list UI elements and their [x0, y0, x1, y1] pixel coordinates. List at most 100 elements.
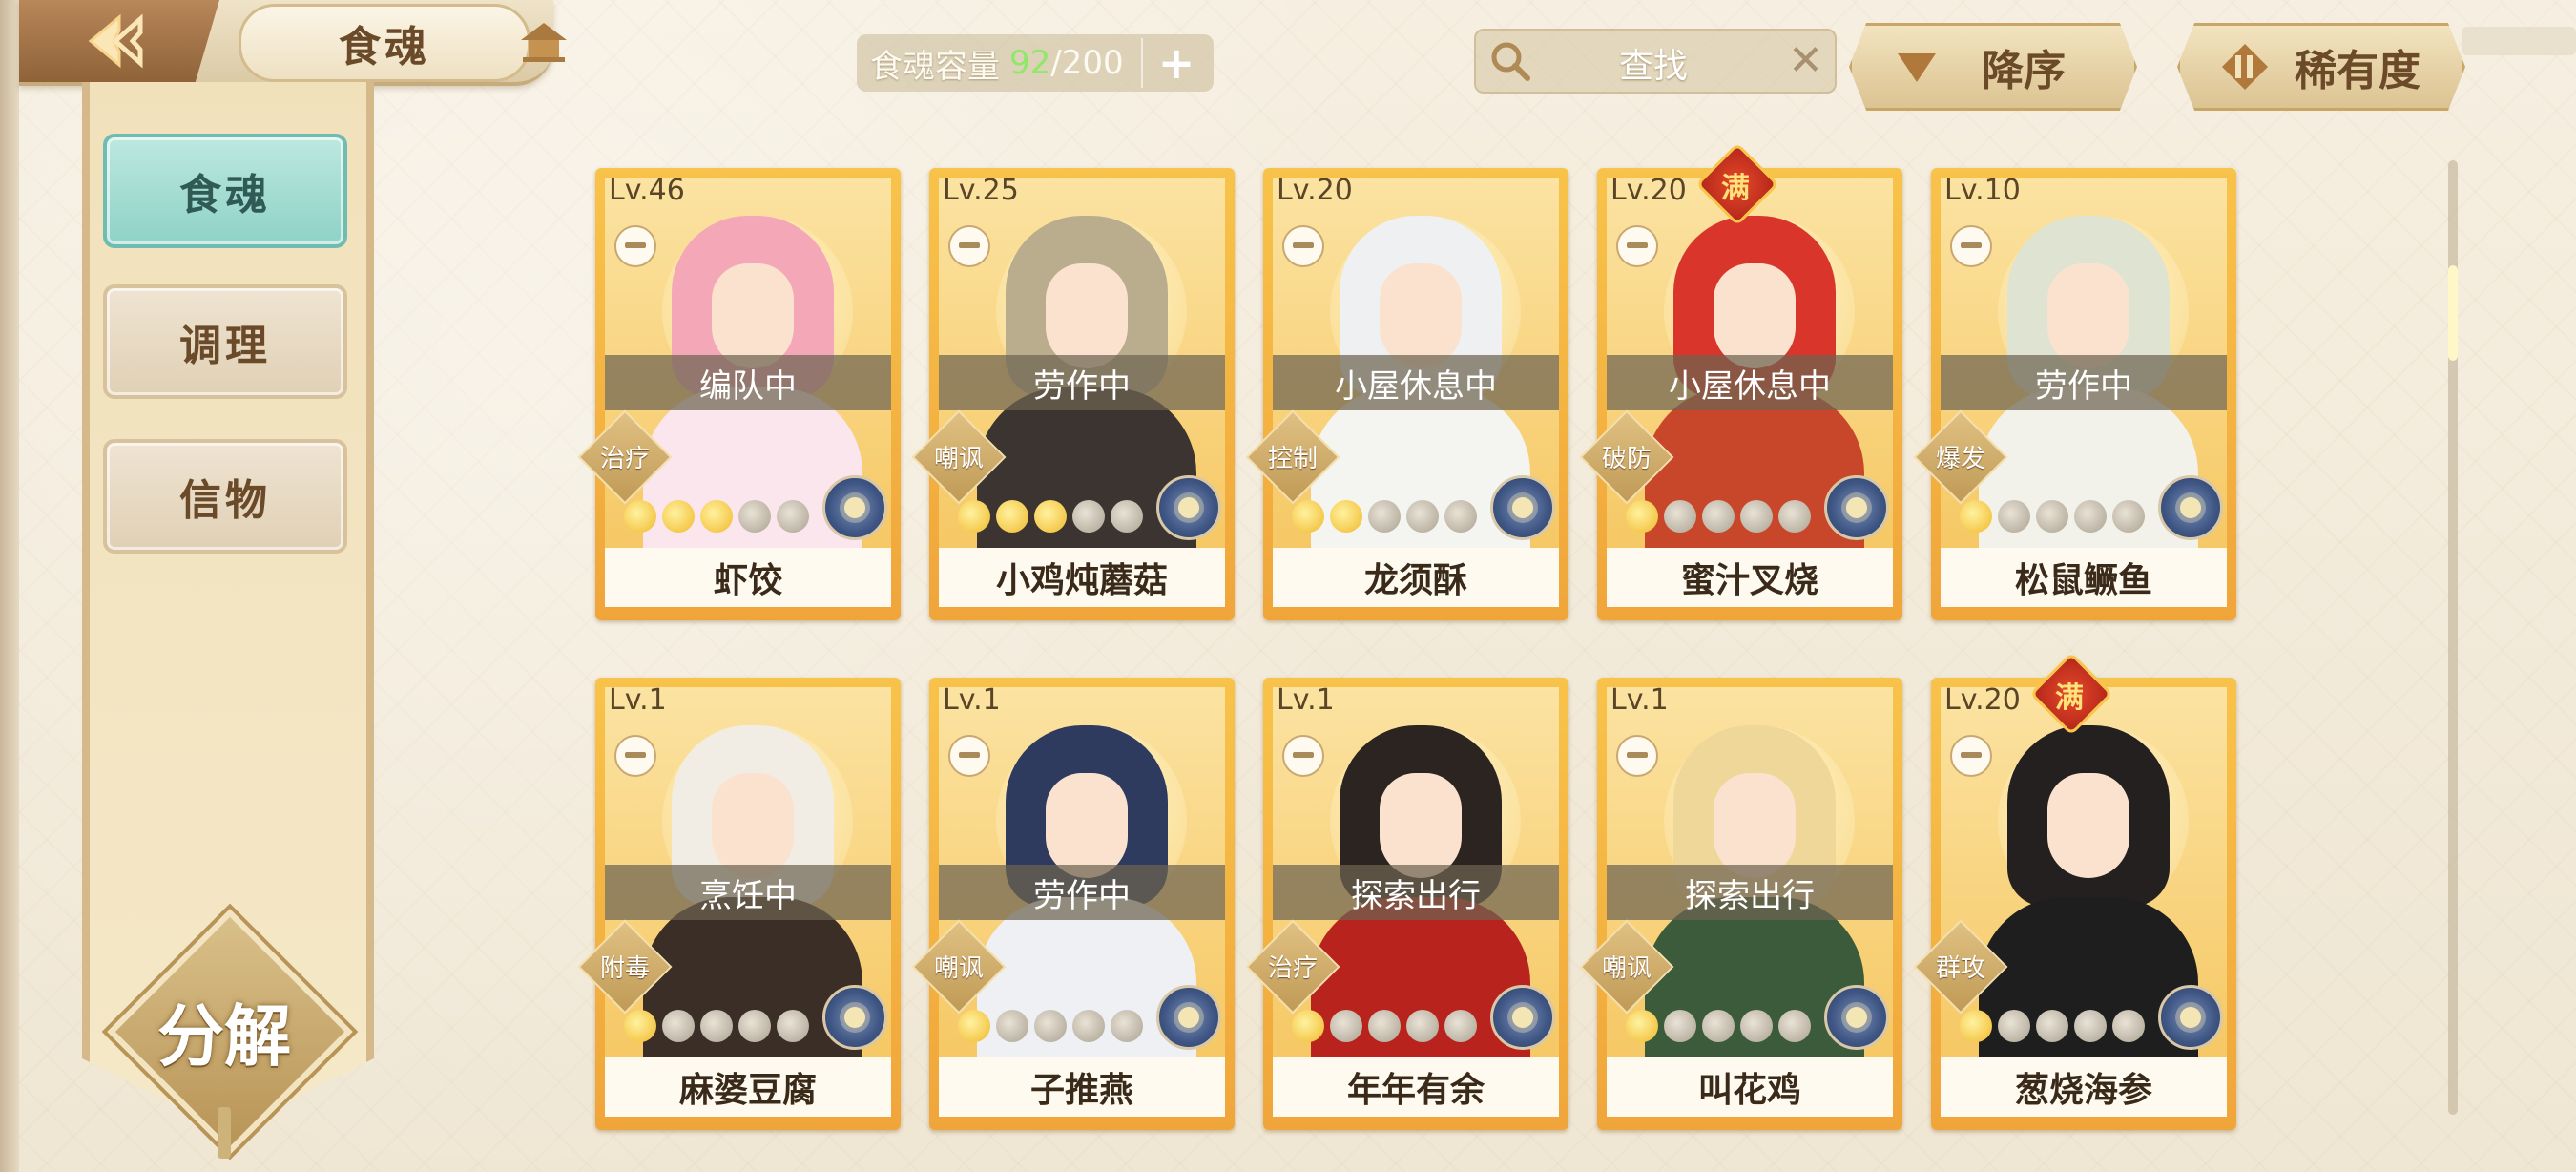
lock-icon[interactable] [1282, 735, 1324, 777]
lock-icon[interactable] [948, 735, 990, 777]
star-icon [624, 1010, 656, 1042]
tab-tokens[interactable]: 信物 [103, 439, 347, 554]
back-button[interactable] [19, 0, 219, 82]
clear-icon[interactable]: ✕ [1788, 36, 1823, 85]
sort-order-button[interactable]: 降序 [1849, 23, 2137, 111]
decompose-label[interactable]: 分解 [124, 983, 324, 1079]
star-icon [1664, 500, 1696, 533]
star-icon [1960, 1010, 1992, 1042]
scrollbar[interactable] [2448, 160, 2458, 1115]
star-icon [958, 500, 990, 533]
portrait-face [2047, 263, 2129, 368]
portrait-face [1714, 773, 1796, 878]
element-icon [2158, 985, 2223, 1050]
card-level: Lv.25 [943, 174, 1019, 207]
search-placeholder: 查找 [1619, 47, 1689, 86]
tab-conditioning[interactable]: 调理 [103, 284, 347, 399]
star-icon [1330, 1010, 1362, 1042]
star-icon [1740, 1010, 1773, 1042]
sort-field-button[interactable]: 稀有度 [2177, 23, 2465, 111]
portrait-face [1046, 263, 1128, 368]
star-icon [1292, 500, 1324, 533]
rarity-sort-icon [2222, 44, 2268, 90]
element-icon [1156, 985, 1221, 1050]
star-icon [1702, 500, 1735, 533]
star-icon [1034, 1010, 1067, 1042]
card-level: Lv.46 [609, 174, 685, 207]
element-icon [1156, 475, 1221, 540]
star-icon [1740, 500, 1773, 533]
star-icon [1778, 1010, 1811, 1042]
star-icon [1111, 1010, 1143, 1042]
element-icon [2158, 475, 2223, 540]
card-status: 劳作中 [1941, 355, 2227, 410]
sort-field-label: 稀有度 [2295, 47, 2420, 95]
role-label: 嘲讽 [933, 954, 984, 983]
star-rating [624, 1010, 809, 1048]
star-icon [1626, 1010, 1658, 1042]
star-rating [1626, 500, 1811, 538]
card-name: 蜜汁叉烧 [1607, 548, 1893, 607]
star-icon [700, 500, 733, 533]
capacity-add-button[interactable]: + [1141, 37, 1210, 89]
lock-icon[interactable] [1950, 225, 1992, 267]
star-icon [2074, 1010, 2107, 1042]
star-icon [2036, 500, 2068, 533]
food-soul-card[interactable]: Lv.46 编队中 治疗 虾饺 [577, 168, 901, 620]
star-icon [624, 500, 656, 533]
lock-icon[interactable] [1950, 735, 1992, 777]
left-edge [0, 0, 19, 1172]
star-icon [662, 1010, 695, 1042]
lock-icon[interactable] [614, 735, 656, 777]
portrait-face [1380, 773, 1462, 878]
star-icon [1292, 1010, 1324, 1042]
page-title: 食魂 [239, 4, 530, 82]
home-button[interactable] [506, 13, 582, 71]
card-level: Lv.1 [1610, 683, 1669, 717]
card-name: 小鸡炖蘑菇 [939, 548, 1225, 607]
star-rating [624, 500, 809, 538]
lock-icon[interactable] [1616, 735, 1658, 777]
search-icon [1491, 42, 1530, 81]
element-icon [1824, 985, 1889, 1050]
element-icon [1824, 475, 1889, 540]
food-soul-card[interactable]: Lv.25 劳作中 嘲讽 小鸡炖蘑菇 [911, 168, 1235, 620]
card-status: 小屋休息中 [1607, 355, 1893, 410]
lock-icon[interactable] [1282, 225, 1324, 267]
star-rating [1960, 500, 2145, 538]
card-status: 烹饪中 [605, 865, 891, 920]
card-name: 葱烧海参 [1941, 1057, 2227, 1117]
tab-food-soul[interactable]: 食魂 [103, 134, 347, 248]
star-icon [1111, 500, 1143, 533]
food-soul-card[interactable]: Lv.20 群攻 葱烧海参 满 [1913, 652, 2236, 1130]
star-icon [1998, 500, 2030, 533]
star-icon [1034, 500, 1067, 533]
food-soul-card[interactable]: Lv.1 烹饪中 附毒 麻婆豆腐 [577, 678, 901, 1130]
element-icon [1490, 985, 1555, 1050]
food-soul-card[interactable]: Lv.10 劳作中 爆发 松鼠鳜鱼 [1913, 168, 2236, 620]
lock-icon[interactable] [614, 225, 656, 267]
star-icon [1444, 500, 1477, 533]
food-soul-card[interactable]: Lv.20 小屋休息中 破防 蜜汁叉烧 满 [1579, 142, 1902, 620]
star-icon [1330, 500, 1362, 533]
lock-icon[interactable] [1616, 225, 1658, 267]
search-box[interactable]: 查找 ✕ [1474, 29, 1837, 94]
max-label: 满 [1721, 172, 1750, 205]
card-name: 叫花鸡 [1607, 1057, 1893, 1117]
star-icon [777, 500, 809, 533]
food-soul-card[interactable]: Lv.1 探索出行 嘲讽 叫花鸡 [1579, 678, 1902, 1130]
food-soul-card[interactable]: Lv.20 小屋休息中 控制 龙须酥 [1245, 168, 1568, 620]
star-icon [1406, 500, 1439, 533]
scrollbar-thumb[interactable] [2448, 265, 2458, 361]
star-rating [958, 1010, 1143, 1048]
lock-icon[interactable] [948, 225, 990, 267]
role-label: 控制 [1267, 445, 1318, 473]
star-icon [1368, 1010, 1401, 1042]
star-icon [662, 500, 695, 533]
card-status: 探索出行 [1273, 865, 1559, 920]
sort-order-label: 降序 [1982, 47, 2066, 95]
food-soul-card[interactable]: Lv.1 探索出行 治疗 年年有余 [1245, 678, 1568, 1130]
food-soul-card[interactable]: Lv.1 劳作中 嘲讽 子推燕 [911, 678, 1235, 1130]
portrait-face [1714, 263, 1796, 368]
card-level: Lv.10 [1944, 174, 2021, 207]
